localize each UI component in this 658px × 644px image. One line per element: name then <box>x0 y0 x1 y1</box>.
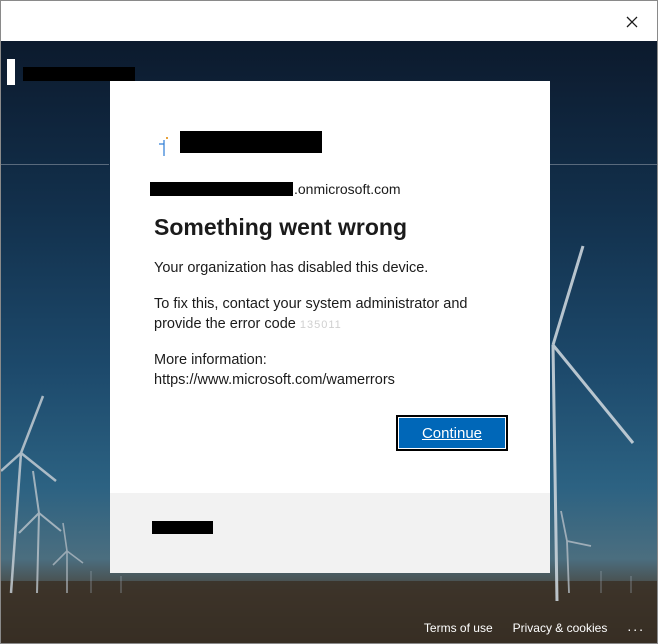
redacted-org-name <box>23 67 135 81</box>
close-button[interactable] <box>621 11 643 33</box>
privacy-cookies-link[interactable]: Privacy & cookies <box>513 621 608 635</box>
error-code: 135011 <box>299 319 342 331</box>
redacted-logo-block <box>7 59 15 85</box>
page-footer: Terms of use Privacy & cookies ... <box>1 613 657 643</box>
more-information: More information: https://www.microsoft.… <box>154 350 514 390</box>
close-icon <box>626 16 638 28</box>
more-info-label: More information: <box>154 352 267 368</box>
more-options-icon[interactable]: ... <box>627 618 645 634</box>
redacted-org-logo-text <box>180 131 322 153</box>
title-bar <box>1 1 657 41</box>
dialog-footer <box>110 493 550 573</box>
error-dialog: .onmicrosoft.com Something went wrong Yo… <box>110 81 550 573</box>
terms-of-use-link[interactable]: Terms of use <box>424 621 493 635</box>
account-identifier: .onmicrosoft.com <box>150 181 401 197</box>
redacted-footer-text <box>152 521 213 534</box>
account-domain: .onmicrosoft.com <box>294 181 401 197</box>
more-info-url: https://www.microsoft.com/wamerrors <box>154 372 395 388</box>
redacted-account-name <box>150 182 293 196</box>
error-message: Your organization has disabled this devi… <box>154 260 429 276</box>
error-heading: Something went wrong <box>154 214 407 240</box>
divider <box>550 164 657 165</box>
continue-button[interactable]: Continue <box>396 415 508 451</box>
fix-instructions: To fix this, contact your system adminis… <box>154 294 514 335</box>
divider <box>1 164 109 165</box>
auth-window: .onmicrosoft.com Something went wrong Yo… <box>0 0 658 644</box>
org-logo-icon <box>159 137 168 156</box>
